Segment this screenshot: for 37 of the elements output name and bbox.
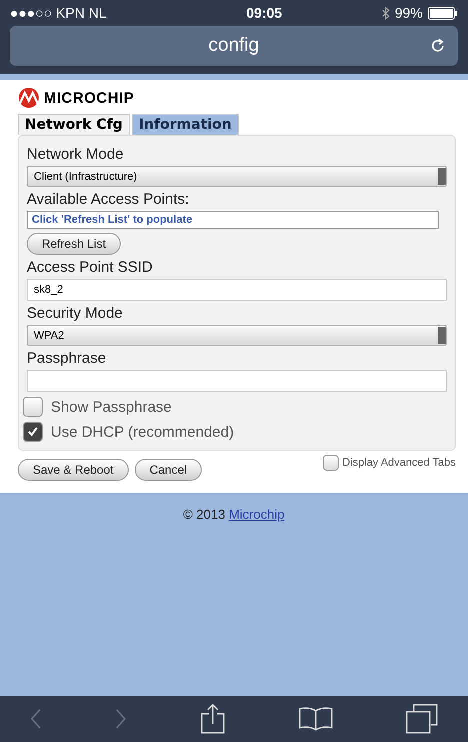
book-icon[interactable] bbox=[299, 707, 333, 731]
carrier-label: ●●●○○ KPN NL bbox=[10, 5, 107, 21]
checkbox[interactable] bbox=[323, 455, 340, 471]
battery-percent: 99% bbox=[394, 5, 423, 21]
footer-link[interactable]: Microchip bbox=[229, 507, 285, 522]
field-label: Security Mode bbox=[27, 305, 124, 322]
clock-time: 09:05 bbox=[246, 5, 282, 21]
refresh-button[interactable]: Refresh List bbox=[27, 233, 122, 255]
dropdown[interactable]: Client (Infrastructure) bbox=[27, 166, 447, 187]
bluetooth-icon bbox=[382, 6, 390, 20]
input-field[interactable] bbox=[27, 370, 447, 392]
logo-icon bbox=[18, 88, 40, 108]
tabs-icon[interactable] bbox=[406, 704, 438, 734]
reload-icon[interactable] bbox=[430, 38, 446, 54]
field-label: Access Point SSID bbox=[27, 259, 154, 276]
form-button[interactable]: Save & Reboot bbox=[18, 459, 129, 481]
check-icon bbox=[26, 425, 40, 439]
field-label: Network Mode bbox=[27, 146, 125, 163]
logo-wordmark: MICROCHIP bbox=[44, 90, 134, 106]
checkbox[interactable] bbox=[23, 422, 43, 442]
field-label: Passphrase bbox=[27, 350, 108, 367]
tab[interactable]: Network Cfg bbox=[18, 114, 130, 135]
address-bar[interactable]: config bbox=[10, 26, 458, 66]
form-button[interactable]: Cancel bbox=[134, 459, 202, 481]
checkbox-label: Use DHCP (recommended) bbox=[51, 424, 234, 440]
field-label: Available Access Points: bbox=[27, 191, 190, 208]
input-field[interactable]: sk8_2 bbox=[27, 279, 447, 301]
page-title: config bbox=[208, 35, 260, 57]
share-icon[interactable] bbox=[200, 704, 226, 734]
checkbox-label: Show Passphrase bbox=[51, 398, 172, 416]
list-field[interactable]: Click 'Refresh List' to populate bbox=[27, 211, 439, 229]
dropdown[interactable]: WPA2 bbox=[27, 325, 447, 346]
checkbox[interactable] bbox=[23, 397, 43, 417]
battery-icon bbox=[428, 6, 458, 20]
checkbox-label: Display Advanced Tabs bbox=[342, 457, 456, 469]
copyright-text: © 2013 bbox=[183, 507, 226, 522]
tab[interactable]: Information bbox=[132, 114, 239, 135]
